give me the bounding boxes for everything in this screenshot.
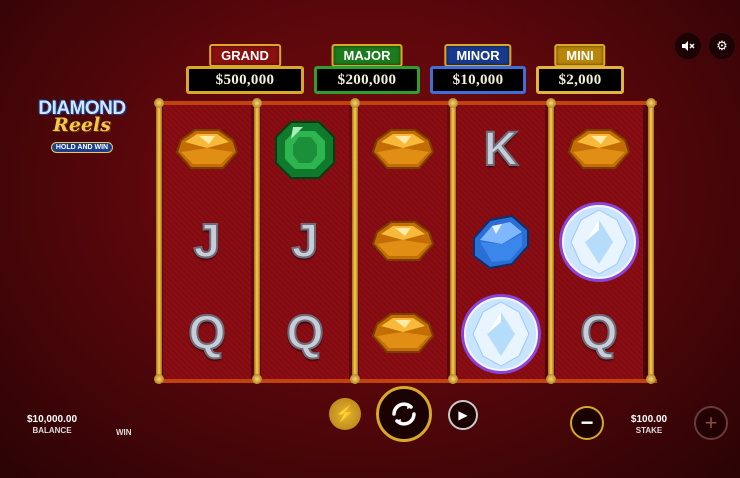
minus-icon: − — [580, 410, 594, 435]
settings-button[interactable]: ⚙ — [708, 32, 736, 60]
jackpot-minor-value: $10,000 — [430, 66, 526, 94]
jackpot-mini: MINI $2,000 — [536, 44, 624, 96]
letter-q-symbol: Q — [187, 306, 226, 361]
white-diamond-icon — [461, 293, 541, 374]
jackpot-grand: GRAND $500,000 — [186, 44, 304, 96]
jackpot-mini-value: $2,000 — [536, 66, 624, 94]
frame-rivet — [646, 98, 656, 108]
letter-q-symbol: Q — [285, 306, 324, 361]
plus-icon: + — [704, 410, 718, 435]
reel-symbol-1-1 — [163, 104, 251, 195]
reel-symbol-4-1: K — [457, 104, 545, 195]
stake-display: $100.00 STAKE — [626, 414, 672, 435]
blue-diamond-icon — [473, 214, 529, 269]
amber-gem-icon — [567, 128, 631, 169]
reel-symbol-5-1 — [555, 104, 643, 195]
jackpot-grand-label: GRAND — [209, 44, 281, 67]
mute-icon — [682, 41, 695, 51]
jackpot-minor: MINOR $10,000 — [430, 44, 526, 96]
reel-symbol-1-2: J — [163, 196, 251, 287]
turbo-button[interactable]: ⚡ — [329, 398, 361, 430]
reel-symbol-4-2 — [457, 196, 545, 287]
amber-gem-icon — [175, 128, 239, 169]
spin-button[interactable] — [376, 386, 432, 442]
reel-divider — [648, 100, 654, 384]
jackpot-bar: GRAND $500,000 MAJOR $200,000 MINOR $10,… — [186, 44, 624, 96]
balance-display: $10,000.00 BALANCE — [26, 414, 78, 435]
jackpot-grand-value: $500,000 — [186, 66, 304, 94]
reel-symbol-3-3 — [359, 288, 447, 379]
win-label: WIN — [116, 428, 132, 437]
jackpot-major: MAJOR $200,000 — [314, 44, 420, 96]
reel-symbol-5-2 — [555, 196, 643, 287]
stake-value: $100.00 — [630, 414, 668, 425]
reel-symbol-2-1 — [261, 104, 349, 195]
jackpot-major-value: $200,000 — [314, 66, 420, 94]
reel-symbol-4-3 — [457, 288, 545, 379]
top-buttons: ⚙ — [674, 32, 736, 60]
reel-symbol-2-3: Q — [261, 288, 349, 379]
stake-increase-button[interactable]: + — [694, 406, 728, 440]
jackpot-major-label: MAJOR — [331, 44, 403, 67]
jackpot-minor-label: MINOR — [444, 44, 512, 67]
spin-arrows-icon — [392, 402, 416, 426]
lightning-icon: ⚡ — [335, 406, 355, 423]
jackpot-mini-label: MINI — [554, 44, 606, 67]
letter-j-symbol: J — [193, 214, 222, 269]
reel-symbol-3-2 — [359, 196, 447, 287]
amber-gem-icon — [371, 220, 435, 261]
letter-j-symbol: J — [291, 214, 320, 269]
gear-icon: ⚙ — [716, 38, 728, 53]
amber-gem-icon — [371, 128, 435, 169]
reel-divider — [352, 100, 358, 384]
balance-label: BALANCE — [32, 426, 72, 435]
reel-divider — [156, 100, 162, 384]
letter-k-symbol: K — [483, 122, 520, 177]
reel-divider — [450, 100, 456, 384]
reel-symbol-3-1 — [359, 104, 447, 195]
stake-label: STAKE — [635, 426, 663, 435]
game-logo: DIAMOND Reels HOLD AND WIN — [30, 98, 134, 154]
reel-divider — [548, 100, 554, 384]
amber-gem-icon — [371, 312, 435, 353]
emerald-gem-icon — [275, 120, 335, 179]
stake-decrease-button[interactable]: − — [570, 406, 604, 440]
white-diamond-icon — [559, 201, 639, 282]
letter-q-symbol: Q — [579, 306, 618, 361]
reel-symbol-1-3: Q — [163, 288, 251, 379]
autoplay-button[interactable]: ▶ — [448, 400, 478, 430]
reel-divider — [254, 100, 260, 384]
play-icon: ▶ — [458, 408, 468, 422]
balance-value: $10,000.00 — [26, 414, 78, 425]
mute-button[interactable] — [674, 32, 702, 60]
frame-rivet — [646, 374, 656, 384]
reel-symbol-2-2: J — [261, 196, 349, 287]
reel-symbol-5-3: Q — [555, 288, 643, 379]
logo-tag: HOLD AND WIN — [50, 142, 114, 153]
